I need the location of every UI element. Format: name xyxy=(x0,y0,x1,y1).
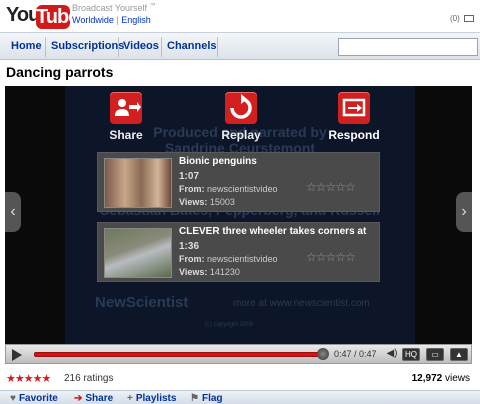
lang-separator: | xyxy=(116,15,119,25)
related-video[interactable]: CLEVER three wheeler takes corners at 1:… xyxy=(97,222,380,282)
playlists-button[interactable]: + Playlists xyxy=(127,393,176,404)
language-links: Worldwide | English xyxy=(72,15,151,25)
seek-handle[interactable] xyxy=(317,348,329,360)
related-channel[interactable]: newscientistvideo xyxy=(207,254,278,264)
views-label: Views: xyxy=(179,267,208,277)
search-input[interactable] xyxy=(338,38,478,56)
video-player[interactable]: Produced and narrated by Sandrine Ceurst… xyxy=(5,86,472,344)
chevron-left-icon[interactable]: ‹ xyxy=(5,192,21,232)
nav-subscriptions[interactable]: Subscriptions xyxy=(51,40,124,52)
fullscreen-icon[interactable]: ▲ xyxy=(450,348,468,361)
related-from: From: newscientistvideo xyxy=(179,254,278,264)
playlists-label: Playlists xyxy=(135,393,177,404)
share-button[interactable]: ➔ Share xyxy=(74,393,113,404)
newscientist-logo: NewScientist xyxy=(95,294,189,311)
tagline: Broadcast Yourself ™ xyxy=(72,3,156,13)
replay-icon xyxy=(225,92,257,124)
related-from: From: newscientistvideo xyxy=(179,184,278,194)
related-duration: 1:36 xyxy=(179,241,200,252)
rating-stars[interactable]: ★★★★★ xyxy=(6,372,51,385)
rating-stars: ☆☆☆☆☆ xyxy=(306,180,356,194)
respond-label: Respond xyxy=(328,128,380,142)
respond-action[interactable]: Respond xyxy=(319,92,389,142)
related-title[interactable]: CLEVER three wheeler takes corners at xyxy=(179,226,374,237)
views-suffix: views xyxy=(444,373,470,384)
play-icon[interactable] xyxy=(12,349,22,361)
site-url: more at www.newscientist.com xyxy=(233,298,370,309)
views-label: Views: xyxy=(179,197,208,207)
related-view-count: 141230 xyxy=(209,267,240,277)
progress-bar[interactable] xyxy=(34,352,324,357)
related-duration: 1:07 xyxy=(179,171,200,182)
flag-icon: ⚑ xyxy=(190,393,199,404)
logo-tube: Tube xyxy=(36,5,79,29)
related-views: Views: 15003 xyxy=(179,197,235,207)
copyright: (c) copyright 2009 xyxy=(205,322,254,328)
related-video[interactable]: Bionic penguins 1:07 From: newscientistv… xyxy=(97,152,380,212)
share-button-label: Share xyxy=(85,393,114,404)
view-count: 12,972 views xyxy=(412,373,470,384)
view-number: 12,972 xyxy=(411,373,443,384)
replay-label: Replay xyxy=(221,128,261,142)
player-controls: 0:47 / 0:47 ◀) HQ ▭ ▲ xyxy=(5,344,472,364)
nav-bar: Home Subscriptions Videos Channels xyxy=(0,32,480,60)
tagline-text: Broadcast Yourself xyxy=(72,3,148,13)
replay-action[interactable]: Replay xyxy=(206,92,276,142)
from-label: From: xyxy=(179,184,205,194)
inbox[interactable]: (0) xyxy=(450,14,474,23)
video-title: Dancing parrots xyxy=(6,64,114,80)
arrow-icon: ➔ xyxy=(74,393,83,404)
inbox-count: (0) xyxy=(449,14,460,23)
related-title[interactable]: Bionic penguins xyxy=(179,156,374,167)
heart-icon: ♥ xyxy=(10,393,16,404)
video-thumbnail[interactable] xyxy=(104,158,172,208)
time-display: 0:47 / 0:47 xyxy=(334,349,377,359)
rating-stars: ☆☆☆☆☆ xyxy=(306,250,356,264)
volume-icon[interactable]: ◀) xyxy=(384,348,400,361)
share-action[interactable]: Share xyxy=(91,92,161,142)
widescreen-icon[interactable]: ▭ xyxy=(426,348,444,361)
logo-you: You xyxy=(6,4,40,26)
youtube-logo[interactable]: You Tube xyxy=(6,4,79,29)
related-channel[interactable]: newscientistvideo xyxy=(207,184,278,194)
nav-divider xyxy=(161,37,162,57)
respond-icon xyxy=(338,92,370,124)
nav-divider xyxy=(217,37,218,57)
english-link[interactable]: English xyxy=(121,15,151,25)
video-thumbnail[interactable] xyxy=(104,228,172,278)
nav-home[interactable]: Home xyxy=(11,40,42,52)
nav-divider xyxy=(118,37,119,57)
nav-channels[interactable]: Channels xyxy=(167,40,217,52)
flag-label: Flag xyxy=(201,393,223,404)
share-icon xyxy=(110,92,142,124)
hq-button[interactable]: HQ xyxy=(402,348,420,361)
related-views: Views: 141230 xyxy=(179,267,240,277)
rating-count: 216 ratings xyxy=(64,373,114,384)
action-bar: ♥ Favorite ➔ Share + Playlists ⚑ Flag xyxy=(0,390,480,404)
flag-button[interactable]: ⚑ Flag xyxy=(190,393,223,404)
nav-divider xyxy=(45,37,46,57)
trademark: ™ xyxy=(149,3,156,9)
favorite-button[interactable]: ♥ Favorite xyxy=(10,393,58,404)
from-label: From: xyxy=(179,254,205,264)
plus-icon: + xyxy=(127,393,133,404)
related-view-count: 15003 xyxy=(209,197,235,207)
favorite-label: Favorite xyxy=(18,393,58,404)
nav-videos[interactable]: Videos xyxy=(123,40,159,52)
share-label: Share xyxy=(109,128,143,142)
envelope-icon xyxy=(464,15,474,23)
chevron-right-icon[interactable]: › xyxy=(456,192,472,232)
worldwide-link[interactable]: Worldwide xyxy=(72,15,114,25)
